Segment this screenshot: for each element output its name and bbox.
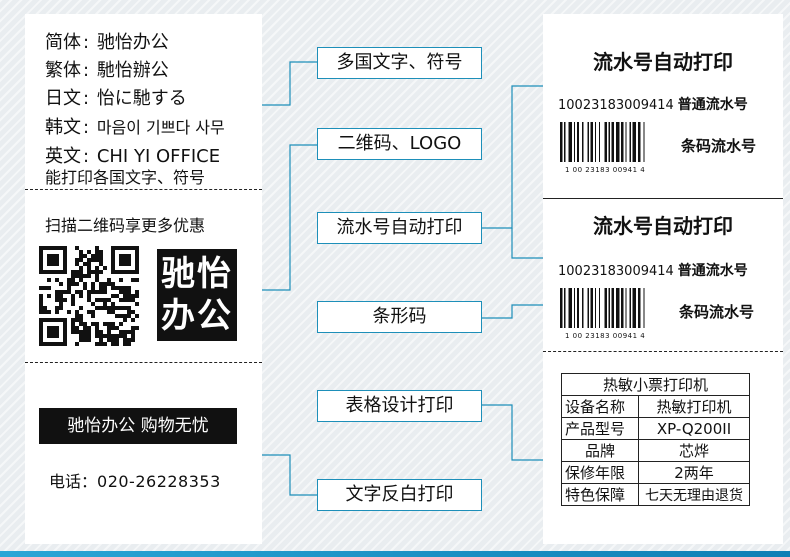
barcode-digits: 1 00 23183 00941 4: [565, 332, 646, 340]
connector-table: [262, 454, 317, 496]
serial-title: 流水号自动打印: [593, 214, 733, 238]
table-row: 品牌 芯烨: [561, 439, 750, 462]
connector-serial-mid: [511, 228, 543, 259]
feature-qr-logo: 二维码、LOGO: [317, 128, 482, 160]
table-row: 产品型号 XP-Q200II: [561, 417, 750, 440]
phone-line: 电话：020-26228353: [49, 472, 221, 491]
feature-table-design: 表格设计打印: [317, 390, 482, 422]
barcode-label: 条码流水号: [681, 137, 757, 155]
connector-barcode: [482, 304, 543, 319]
barcode-icon: [560, 288, 645, 328]
lang-line-simplified: 简体: 驰怡办公: [45, 32, 169, 53]
table-row: 保修年限 2两年: [561, 461, 750, 484]
feature-barcode: 条形码: [317, 301, 482, 333]
barcode-label: 条码流水号: [679, 303, 755, 321]
feature-reverse-print: 文字反白打印: [317, 479, 482, 511]
spec-table: 热敏小票打印机 设备名称 热敏打印机 产品型号 XP-Q200II 品牌 芯烨 保修年…: [561, 373, 750, 506]
lang-line-traditional: 繁体: 馳怡辦公: [45, 60, 169, 81]
right-panel: 流水号自动打印 10023183009414 普通流水号 条码流水号 1 00 2…: [543, 14, 783, 544]
spec-table-title: 热敏小票打印机: [561, 373, 750, 396]
languages-caption: 能打印各国文字、符号: [45, 168, 206, 187]
divider: [25, 189, 262, 190]
divider: [543, 198, 783, 199]
feature-multilingual: 多国文字、符号: [317, 47, 482, 79]
divider: [25, 362, 262, 363]
bottom-accent-bar: [0, 551, 790, 557]
feature-serial-number: 流水号自动打印: [317, 212, 482, 244]
barcode-icon: [560, 122, 645, 162]
scan-prompt: 扫描二维码享更多优惠: [45, 216, 206, 235]
connector-spec: [482, 404, 543, 461]
connector-qr: [262, 144, 317, 291]
table-row: 设备名称 热敏打印机: [561, 395, 750, 418]
qr-code-icon[interactable]: [39, 246, 139, 346]
serial-title: 流水号自动打印: [593, 50, 733, 74]
left-panel: 简体: 驰怡办公 繁体: 馳怡辦公 日文: 怡に馳する 韩文: 마음이 기쁘다 …: [25, 14, 262, 544]
brand-logo-tile: 驰怡 办公: [157, 249, 237, 341]
slogan-banner: 驰怡办公 购物无忧: [39, 408, 237, 444]
barcode-digits: 1 00 23183 00941 4: [565, 166, 646, 174]
divider: [543, 351, 783, 352]
serial-line: 10023183009414 普通流水号: [558, 97, 748, 113]
connector-languages: [262, 61, 317, 106]
connector-serial-top: [482, 85, 543, 229]
lang-line-japanese: 日文: 怡に馳する: [45, 88, 187, 109]
table-row: 热敏小票打印机: [561, 373, 750, 396]
serial-line: 10023183009414 普通流水号: [558, 263, 748, 279]
lang-line-korean: 韩文: 마음이 기쁘다 사무: [45, 117, 225, 138]
table-row: 特色保障 七天无理由退货: [561, 483, 750, 506]
